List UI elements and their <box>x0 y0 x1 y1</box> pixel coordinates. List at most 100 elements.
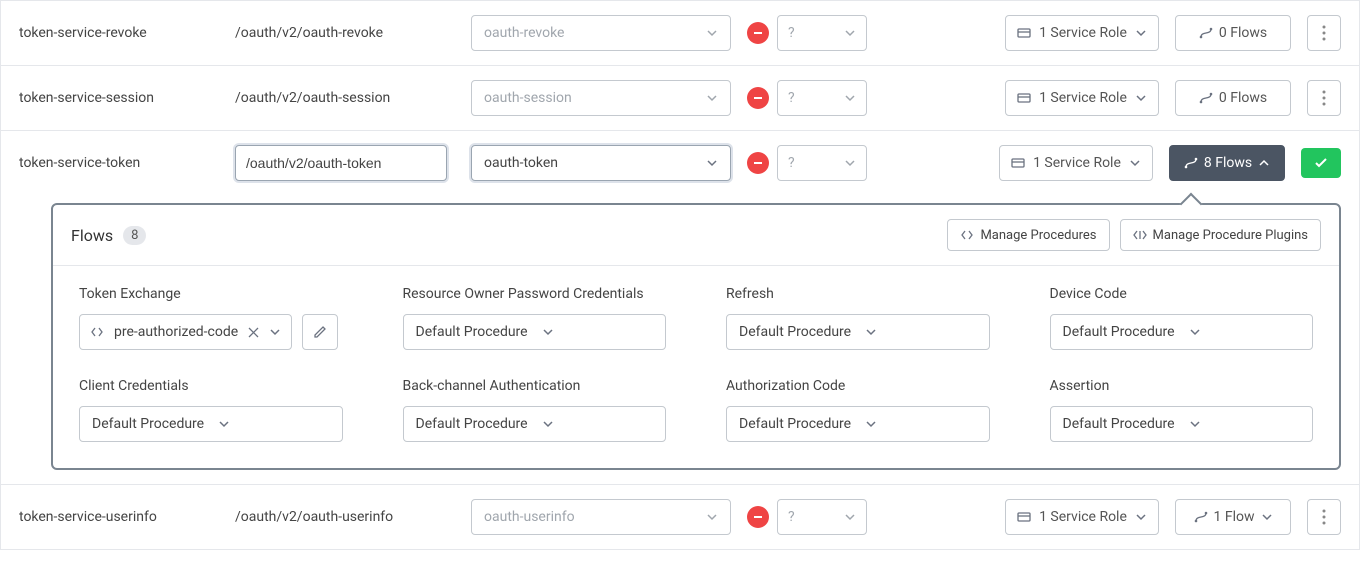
row-menu-button[interactable] <box>1307 499 1341 535</box>
status-select[interactable]: ? <box>777 15 867 51</box>
commit-button[interactable] <box>1301 148 1341 178</box>
endpoint-select-value: oauth-session <box>484 90 572 106</box>
path-input-wrap <box>235 145 455 181</box>
endpoint-select[interactable]: oauth-token <box>471 145 731 181</box>
procedure-value: Default Procedure <box>739 416 851 432</box>
flow-icon <box>1184 156 1198 170</box>
flows-button[interactable]: 0 Flows <box>1175 80 1291 116</box>
flows-label: 8 Flows <box>1204 155 1252 171</box>
endpoint-select-value: oauth-token <box>484 155 558 171</box>
flow-controls: pre-authorized-code <box>79 314 343 350</box>
procedure-tag-value: pre-authorized-code <box>114 324 238 340</box>
flow-icon <box>1194 510 1208 524</box>
manage-plugins-button[interactable]: Manage Procedure Plugins <box>1120 219 1321 251</box>
status-indicator <box>747 152 769 174</box>
endpoint-select[interactable]: oauth-session <box>471 80 731 116</box>
procedure-select[interactable]: Default Procedure <box>726 406 990 442</box>
flow-item: Assertion Default Procedure <box>1050 378 1314 442</box>
procedure-select[interactable]: Default Procedure <box>79 406 343 442</box>
chevron-down-icon <box>706 27 718 39</box>
chevron-down-icon <box>844 92 856 104</box>
close-icon[interactable] <box>248 327 259 338</box>
procedure-value: Default Procedure <box>739 324 851 340</box>
endpoint-row-active: token-service-token oauth-token ? 1 Serv… <box>1 130 1359 195</box>
edit-procedure-button[interactable] <box>302 314 338 350</box>
chevron-down-icon <box>1135 511 1147 523</box>
procedure-value: Default Procedure <box>92 416 204 432</box>
role-label: 1 Service Role <box>1039 25 1127 41</box>
flow-label: Assertion <box>1050 378 1314 394</box>
procedure-select[interactable]: Default Procedure <box>403 406 667 442</box>
manage-plugins-label: Manage Procedure Plugins <box>1153 228 1308 243</box>
procedure-tag-select[interactable]: pre-authorized-code <box>79 314 292 350</box>
endpoint-path: /oauth/v2/oauth-userinfo <box>235 509 455 525</box>
dots-vertical-icon <box>1322 90 1326 106</box>
service-role-button[interactable]: 1 Service Role <box>999 145 1153 181</box>
flows-button-expanded[interactable]: 8 Flows <box>1169 145 1285 181</box>
procedure-select[interactable]: Default Procedure <box>1050 406 1314 442</box>
chevron-down-icon <box>1135 92 1147 104</box>
procedure-value: Default Procedure <box>416 324 528 340</box>
row-menu-button[interactable] <box>1307 80 1341 116</box>
chevron-down-icon <box>706 157 718 169</box>
flow-label: Refresh <box>726 286 990 302</box>
service-role-button[interactable]: 1 Service Role <box>1005 499 1159 535</box>
procedure-select[interactable]: Default Procedure <box>726 314 990 350</box>
flows-label: 1 Flow <box>1214 509 1255 525</box>
endpoint-name: token-service-userinfo <box>19 509 219 525</box>
procedure-select[interactable]: Default Procedure <box>1050 314 1314 350</box>
chevron-down-icon <box>844 157 856 169</box>
flows-title-group: Flows 8 <box>71 226 146 245</box>
endpoint-select-value: oauth-userinfo <box>484 509 575 525</box>
status-indicator <box>747 506 769 528</box>
status-indicator <box>747 87 769 109</box>
procedure-select[interactable]: Default Procedure <box>403 314 667 350</box>
flow-label: Token Exchange <box>79 286 343 302</box>
chevron-up-icon <box>1258 157 1270 169</box>
flows-actions: Manage Procedures Manage Procedure Plugi… <box>947 219 1321 251</box>
procedure-value: Default Procedure <box>416 416 528 432</box>
manage-procedures-label: Manage Procedures <box>980 228 1096 243</box>
chevron-down-icon <box>218 418 230 430</box>
service-role-button[interactable]: 1 Service Role <box>1005 15 1159 51</box>
status-group: ? <box>747 15 867 51</box>
endpoint-path-input[interactable] <box>235 145 447 181</box>
dots-vertical-icon <box>1322 25 1326 41</box>
chevron-down-icon <box>542 418 554 430</box>
endpoint-row: token-service-session /oauth/v2/oauth-se… <box>1 65 1359 130</box>
chevron-down-icon <box>844 27 856 39</box>
status-select[interactable]: ? <box>777 145 867 181</box>
status-value: ? <box>788 155 795 171</box>
row-menu-button[interactable] <box>1307 15 1341 51</box>
flows-label: 0 Flows <box>1219 90 1267 106</box>
status-select[interactable]: ? <box>777 499 867 535</box>
chevron-down-icon <box>1129 157 1141 169</box>
status-group: ? <box>747 499 867 535</box>
manage-procedures-button[interactable]: Manage Procedures <box>947 219 1109 251</box>
chevron-down-icon <box>1261 511 1273 523</box>
endpoint-name: token-service-token <box>19 155 219 171</box>
flow-item: Client Credentials Default Procedure <box>79 378 343 442</box>
flows-label: 0 Flows <box>1219 25 1267 41</box>
endpoints-table: token-service-revoke /oauth/v2/oauth-rev… <box>0 0 1360 550</box>
endpoint-name: token-service-session <box>19 90 219 106</box>
endpoint-select[interactable]: oauth-userinfo <box>471 499 731 535</box>
flows-panel: Flows 8 Manage Procedures Manage Procedu… <box>51 203 1341 470</box>
status-value: ? <box>788 509 795 525</box>
role-icon <box>1017 26 1031 40</box>
flow-label: Authorization Code <box>726 378 990 394</box>
flow-icon <box>1199 26 1213 40</box>
flows-button[interactable]: 0 Flows <box>1175 15 1291 51</box>
code-icon <box>90 325 104 339</box>
endpoint-select-value: oauth-revoke <box>484 25 564 41</box>
endpoint-select[interactable]: oauth-revoke <box>471 15 731 51</box>
status-select[interactable]: ? <box>777 80 867 116</box>
plugin-icon <box>1133 228 1147 242</box>
chevron-down-icon <box>865 326 877 338</box>
flows-button[interactable]: 1 Flow <box>1175 499 1291 535</box>
endpoint-name: token-service-revoke <box>19 25 219 41</box>
procedure-value: Default Procedure <box>1063 324 1175 340</box>
service-role-button[interactable]: 1 Service Role <box>1005 80 1159 116</box>
flow-item: Back-channel Authentication Default Proc… <box>403 378 667 442</box>
flow-item: Resource Owner Password Credentials Defa… <box>403 286 667 350</box>
